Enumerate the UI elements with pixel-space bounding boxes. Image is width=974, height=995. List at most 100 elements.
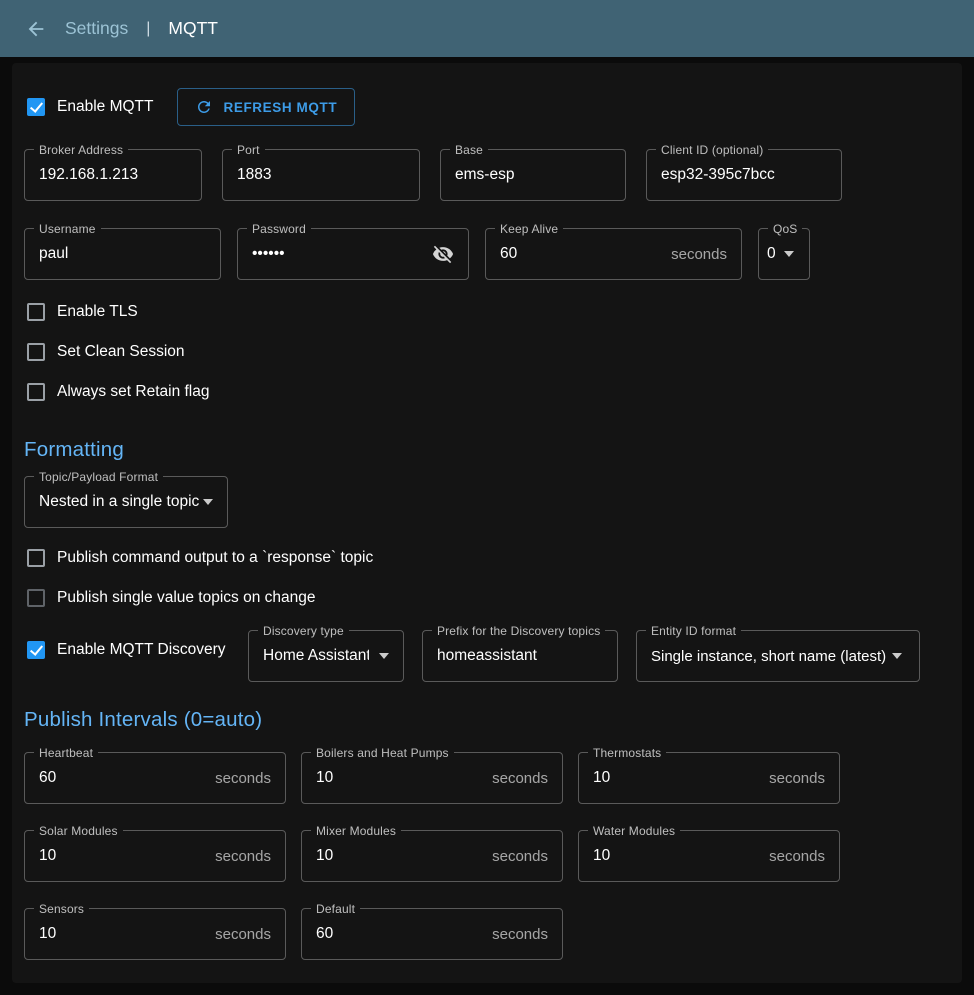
field-value: 10: [39, 925, 56, 943]
password-field[interactable]: Password ••••••: [237, 228, 469, 280]
water-modules-field[interactable]: Water Modules 10 seconds: [578, 830, 840, 882]
field-label: Water Modules: [588, 824, 680, 838]
field-value: 192.168.1.213: [39, 166, 138, 184]
field-value: Nested in a single topic: [39, 493, 199, 511]
refresh-mqtt-button[interactable]: REFRESH MQTT: [177, 88, 355, 126]
default-interval-field[interactable]: Default 60 seconds: [301, 908, 563, 960]
publish-intervals-grid: Heartbeat 60 seconds Boilers and Heat Pu…: [24, 752, 950, 960]
field-value: 60: [39, 769, 56, 787]
field-label: Mixer Modules: [311, 824, 401, 838]
solar-modules-field[interactable]: Solar Modules 10 seconds: [24, 830, 286, 882]
field-label: Boilers and Heat Pumps: [311, 746, 454, 760]
field-unit: seconds: [484, 770, 548, 787]
field-value: 10: [593, 847, 610, 865]
field-unit: seconds: [484, 926, 548, 943]
field-value: ems-esp: [455, 166, 514, 184]
chevron-down-icon: [379, 653, 389, 659]
publish-response-checkbox[interactable]: Publish command output to a `response` t…: [24, 538, 950, 578]
port-field[interactable]: Port 1883: [222, 149, 420, 201]
field-unit: seconds: [663, 246, 727, 263]
topic-format-row: Topic/Payload Format Nested in a single …: [24, 476, 950, 528]
field-label: Broker Address: [34, 143, 128, 157]
field-label: Discovery type: [258, 624, 349, 638]
field-label: Port: [232, 143, 265, 157]
checkbox-icon: [27, 589, 45, 607]
field-value: ••••••: [252, 245, 285, 263]
field-value: 60: [500, 245, 517, 263]
field-value: homeassistant: [437, 647, 537, 665]
retain-flag-checkbox[interactable]: Always set Retain flag: [24, 372, 950, 412]
field-value: 60: [316, 925, 333, 943]
enable-discovery-checkbox[interactable]: Enable MQTT Discovery: [24, 630, 230, 670]
field-label: Password: [247, 222, 311, 236]
connection-options: Enable TLS Set Clean Session Always set …: [24, 292, 950, 412]
enable-tls-label: Enable TLS: [57, 303, 138, 321]
checkbox-icon: [27, 303, 45, 321]
discovery-type-select[interactable]: Discovery type Home Assistant: [248, 630, 404, 682]
username-field[interactable]: Username paul: [24, 228, 221, 280]
formatting-heading: Formatting: [24, 438, 950, 462]
discovery-prefix-field[interactable]: Prefix for the Discovery topics homeassi…: [422, 630, 618, 682]
top-row: Enable MQTT REFRESH MQTT: [24, 85, 950, 129]
field-unit: seconds: [207, 770, 271, 787]
publish-single-label: Publish single value topics on change: [57, 589, 316, 607]
publish-single-checkbox[interactable]: Publish single value topics on change: [24, 578, 950, 618]
field-label: Default: [311, 902, 360, 916]
field-label: Thermostats: [588, 746, 666, 760]
breadcrumb-separator: |: [146, 20, 150, 38]
field-value: 0: [767, 245, 776, 263]
field-label: Prefix for the Discovery topics: [432, 624, 605, 638]
app-bar: Settings | MQTT: [0, 0, 974, 57]
field-value: 10: [39, 847, 56, 865]
field-label: QoS: [768, 222, 802, 236]
topic-payload-format-select[interactable]: Topic/Payload Format Nested in a single …: [24, 476, 228, 528]
field-unit: seconds: [484, 848, 548, 865]
mixer-modules-field[interactable]: Mixer Modules 10 seconds: [301, 830, 563, 882]
enable-discovery-label: Enable MQTT Discovery: [57, 641, 226, 659]
publish-intervals-heading: Publish Intervals (0=auto): [24, 708, 950, 732]
field-value: 10: [593, 769, 610, 787]
field-unit: seconds: [761, 848, 825, 865]
publish-response-label: Publish command output to a `response` t…: [57, 549, 373, 567]
visibility-off-icon[interactable]: [432, 243, 454, 265]
field-label: Heartbeat: [34, 746, 98, 760]
client-id-field[interactable]: Client ID (optional) esp32-395c7bcc: [646, 149, 842, 201]
enable-mqtt-label: Enable MQTT: [57, 98, 153, 116]
field-unit: seconds: [761, 770, 825, 787]
field-unit: seconds: [207, 848, 271, 865]
field-value: esp32-395c7bcc: [661, 166, 775, 184]
sensors-field[interactable]: Sensors 10 seconds: [24, 908, 286, 960]
enable-tls-checkbox[interactable]: Enable TLS: [24, 292, 950, 332]
chevron-down-icon: [203, 499, 213, 505]
heartbeat-field[interactable]: Heartbeat 60 seconds: [24, 752, 286, 804]
thermostats-field[interactable]: Thermostats 10 seconds: [578, 752, 840, 804]
field-value: paul: [39, 245, 68, 263]
discovery-row: Enable MQTT Discovery Discovery type Hom…: [24, 630, 950, 682]
page-title-mqtt: MQTT: [168, 18, 218, 39]
field-label: Solar Modules: [34, 824, 123, 838]
entity-id-format-select[interactable]: Entity ID format Single instance, short …: [636, 630, 920, 682]
field-unit: seconds: [207, 926, 271, 943]
refresh-icon: [195, 98, 213, 116]
checkbox-icon: [27, 641, 45, 659]
boilers-heatpumps-field[interactable]: Boilers and Heat Pumps 10 seconds: [301, 752, 563, 804]
field-label: Username: [34, 222, 101, 236]
chevron-down-icon: [892, 653, 902, 659]
keep-alive-field[interactable]: Keep Alive 60 seconds: [485, 228, 742, 280]
field-value: Home Assistant: [263, 647, 369, 665]
breadcrumb-settings[interactable]: Settings: [65, 18, 128, 39]
clean-session-checkbox[interactable]: Set Clean Session: [24, 332, 950, 372]
base-field[interactable]: Base ems-esp: [440, 149, 626, 201]
checkbox-icon: [27, 549, 45, 567]
formatting-options: Publish command output to a `response` t…: [24, 538, 950, 618]
qos-select[interactable]: QoS 0: [758, 228, 810, 280]
enable-mqtt-checkbox[interactable]: Enable MQTT: [24, 87, 153, 127]
back-arrow-icon[interactable]: [25, 18, 47, 40]
field-value: 1883: [237, 166, 271, 184]
settings-card: Enable MQTT REFRESH MQTT Broker Address …: [12, 63, 962, 983]
field-value: Single instance, short name (latest): [651, 648, 886, 665]
clean-session-label: Set Clean Session: [57, 343, 185, 361]
broker-address-field[interactable]: Broker Address 192.168.1.213: [24, 149, 202, 201]
connection-row-1: Broker Address 192.168.1.213 Port 1883 B…: [24, 149, 950, 201]
checkbox-icon: [27, 383, 45, 401]
